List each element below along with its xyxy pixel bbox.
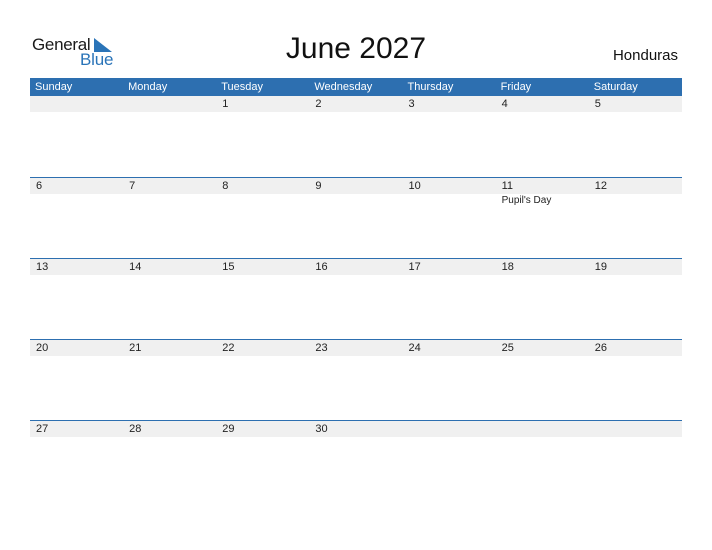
day-cell: 29: [216, 421, 309, 502]
day-number: 24: [408, 342, 421, 354]
day-cell: 13: [30, 259, 123, 340]
day-number: [409, 421, 496, 437]
day-number: 7: [129, 180, 136, 192]
day-cell: 6: [30, 178, 123, 259]
day-cell: 21: [123, 340, 216, 421]
day-cell: 4: [496, 96, 589, 177]
day-header-thursday: Thursday: [407, 81, 454, 93]
day-cell: 5: [589, 96, 682, 177]
day-cell: 22: [216, 340, 309, 421]
day-number: 27: [36, 423, 49, 435]
day-number: 21: [129, 342, 142, 354]
day-number: [595, 421, 682, 437]
holiday-event: Pupil's Day: [501, 195, 552, 206]
day-cell: 14: [123, 259, 216, 340]
day-header-wednesday: Wednesday: [314, 81, 373, 93]
day-number: 10: [408, 180, 421, 192]
day-number: 19: [594, 261, 607, 273]
day-cell: 30: [309, 421, 402, 502]
day-number: [502, 421, 589, 437]
day-header-monday: Monday: [128, 81, 168, 93]
day-cell: 12: [589, 178, 682, 259]
day-cell: 15: [216, 259, 309, 340]
week-row: 20 21 22 23 24 25 26: [30, 339, 682, 421]
week-cells: 20 21 22 23 24 25 26: [30, 340, 682, 421]
day-number: 1: [222, 98, 229, 110]
day-cell: 18: [496, 259, 589, 340]
day-cell: 8: [216, 178, 309, 259]
day-cell: 3: [403, 96, 496, 177]
day-cell: [30, 96, 123, 177]
day-number: 17: [408, 261, 421, 273]
day-number: 20: [36, 342, 49, 354]
day-cell: 9: [309, 178, 402, 259]
week-row: 27 28 29 30: [30, 420, 682, 502]
day-cell: 2: [309, 96, 402, 177]
day-number: 18: [501, 261, 514, 273]
day-number: 8: [222, 180, 229, 192]
day-number: 23: [315, 342, 328, 354]
day-number: 5: [594, 98, 601, 110]
day-number: 13: [36, 261, 49, 273]
day-number: 2: [315, 98, 322, 110]
week-row: 13 14 15 16 17 18 19: [30, 258, 682, 340]
day-cell: 24: [403, 340, 496, 421]
day-number: 9: [315, 180, 322, 192]
day-cell: 23: [309, 340, 402, 421]
day-number: 11: [501, 180, 514, 192]
day-number: [129, 96, 216, 112]
day-number: [36, 96, 123, 112]
day-cell: 20: [30, 340, 123, 421]
day-number: 26: [594, 342, 607, 354]
country-label: Honduras: [612, 47, 678, 64]
day-cell: [496, 421, 589, 502]
day-cell: 10: [403, 178, 496, 259]
week-cells: 1 2 3 4 5: [30, 96, 682, 177]
day-number: 4: [501, 98, 508, 110]
week-cells: 13 14 15 16 17 18 19: [30, 259, 682, 340]
day-cell: 25: [496, 340, 589, 421]
day-header-sunday: Sunday: [35, 81, 73, 93]
day-number: 16: [315, 261, 328, 273]
day-cell: [589, 421, 682, 502]
day-number: 3: [408, 98, 415, 110]
day-number: 15: [222, 261, 235, 273]
day-cell: [123, 96, 216, 177]
day-number: 28: [129, 423, 142, 435]
day-cell: [403, 421, 496, 502]
day-header-saturday: Saturday: [593, 81, 638, 93]
day-cell: 27: [30, 421, 123, 502]
day-cell: 11 Pupil's Day: [496, 178, 589, 259]
day-number: 25: [501, 342, 514, 354]
day-number: 12: [594, 180, 607, 192]
day-cell: 1: [216, 96, 309, 177]
calendar-title: June 2027: [285, 32, 427, 65]
day-cell: 19: [589, 259, 682, 340]
day-number: 6: [36, 180, 43, 192]
week-cells: 27 28 29 30: [30, 421, 682, 502]
day-header-friday: Friday: [500, 81, 532, 93]
day-cell: 28: [123, 421, 216, 502]
day-header-tuesday: Tuesday: [221, 81, 264, 93]
day-header-bar: Sunday Monday Tuesday Wednesday Thursday…: [30, 78, 682, 96]
week-cells: 6 7 8 9 10 11 Pupil's Day 12: [30, 178, 682, 259]
day-cell: 16: [309, 259, 402, 340]
week-row: 1 2 3 4 5: [30, 96, 682, 177]
day-number: 14: [129, 261, 142, 273]
day-number: 30: [315, 423, 328, 435]
day-number: 22: [222, 342, 235, 354]
day-cell: 17: [403, 259, 496, 340]
day-cell: 7: [123, 178, 216, 259]
week-row: 6 7 8 9 10 11 Pupil's Day 12: [30, 177, 682, 259]
day-number: 29: [222, 423, 235, 435]
day-cell: 26: [589, 340, 682, 421]
